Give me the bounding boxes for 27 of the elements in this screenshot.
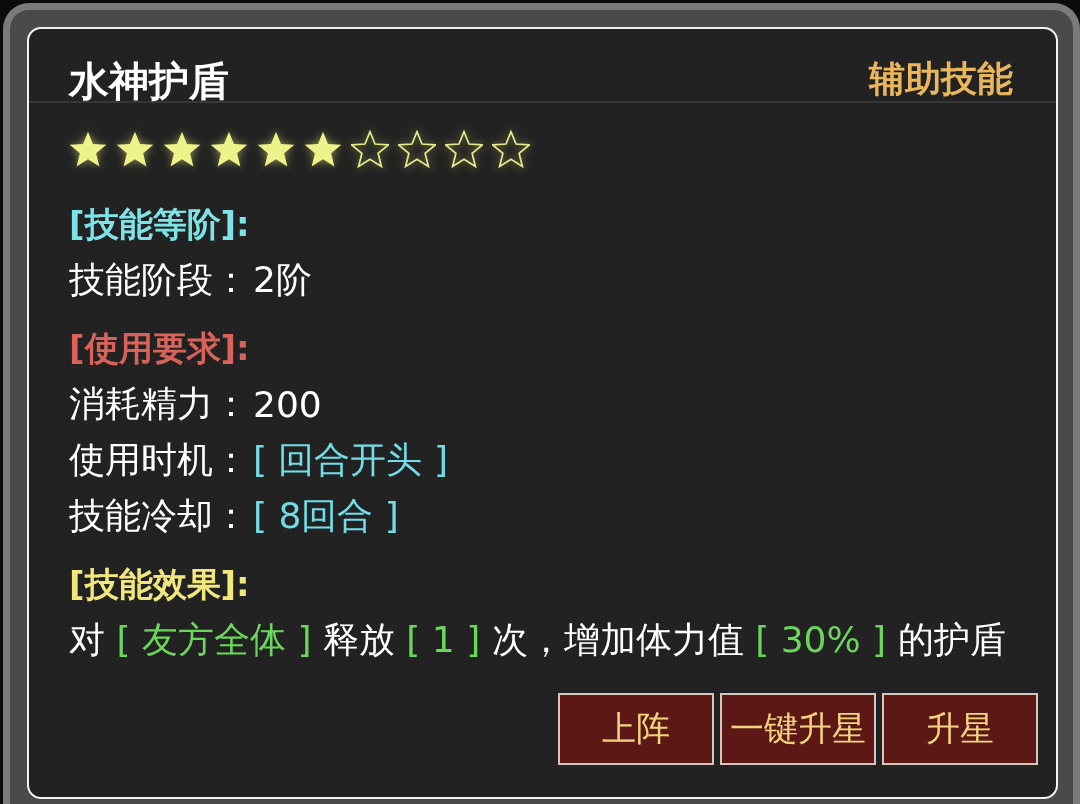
field-label: 使用时机： (69, 437, 249, 482)
filled-star-icon (210, 130, 248, 168)
field-label: 技能冷却： (69, 493, 249, 538)
field-value: [ 回合开头 ] (253, 437, 448, 482)
action-button[interactable]: 上阵 (558, 693, 714, 765)
filled-star-icon (257, 130, 295, 168)
filled-star-icon (116, 130, 154, 168)
section-heading: [技能等阶]: (69, 203, 250, 246)
empty-star-icon (398, 130, 436, 168)
filled-star-icon (304, 130, 342, 168)
skill-category: 辅助技能 (869, 59, 1013, 99)
field-label: 技能阶段： (69, 257, 249, 302)
section-heading: [技能效果]: (69, 563, 250, 606)
filled-star-icon (163, 130, 201, 168)
section-heading: [使用要求]: (69, 327, 250, 370)
empty-star-icon (445, 130, 483, 168)
empty-star-icon (492, 130, 530, 168)
action-button[interactable]: 升星 (882, 693, 1038, 765)
effect-text: 对 [ 友方全体 ] 释放 [ 1 ] 次，增加体力值 [ 30% ] 的护盾 (69, 618, 1006, 662)
skill-title: 水神护盾 (69, 61, 229, 101)
filled-star-icon (69, 130, 107, 168)
empty-star-icon (351, 130, 389, 168)
field-value: 200 (253, 383, 322, 425)
field-value: [ 8回合 ] (253, 493, 399, 538)
field-label: 消耗精力： (69, 381, 249, 426)
field-value: 2阶 (253, 257, 312, 302)
action-button[interactable]: 一键升星 (720, 693, 876, 765)
